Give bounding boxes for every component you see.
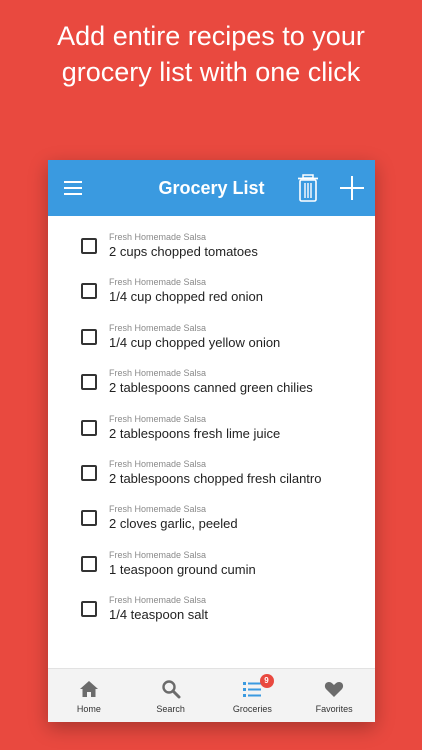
item-checkbox[interactable] bbox=[81, 464, 97, 481]
list-item: Fresh Homemade Salsa 1 teaspoon ground c… bbox=[48, 546, 375, 591]
item-checkbox[interactable] bbox=[81, 555, 97, 572]
app-bar: Grocery List bbox=[48, 160, 375, 216]
add-icon[interactable] bbox=[339, 175, 365, 201]
list-item: Fresh Homemade Salsa 2 tablespoons canne… bbox=[48, 364, 375, 409]
page-title: Grocery List bbox=[158, 178, 265, 198]
item-checkbox[interactable] bbox=[81, 328, 97, 345]
tab-label: Favorites bbox=[315, 704, 353, 714]
list-item: Fresh Homemade Salsa 1/4 cup chopped red… bbox=[48, 273, 375, 318]
tab-groceries[interactable]: 9 Groceries bbox=[212, 669, 294, 722]
item-text: 1 teaspoon ground cumin bbox=[109, 561, 256, 577]
item-text: 2 tablespoons fresh lime juice bbox=[109, 425, 281, 441]
list-item: Fresh Homemade Salsa 1/4 cup chopped yel… bbox=[48, 319, 375, 364]
item-text: 1/4 teaspoon salt bbox=[109, 607, 209, 623]
item-text: 2 cloves garlic, peeled bbox=[109, 516, 238, 532]
item-source: Fresh Homemade Salsa bbox=[109, 232, 207, 242]
item-source: Fresh Homemade Salsa bbox=[109, 504, 207, 515]
tab-search[interactable]: Search bbox=[130, 669, 212, 722]
item-source: Fresh Homemade Salsa bbox=[109, 595, 207, 606]
tab-bar: Home Search 9 Groceries Favorites bbox=[48, 668, 375, 722]
trash-icon[interactable] bbox=[296, 174, 320, 202]
item-text: 2 tablespoons chopped fresh cilantro bbox=[109, 470, 322, 486]
item-source: Fresh Homemade Salsa bbox=[109, 322, 207, 333]
list-item: Fresh Homemade Salsa 2 tablespoons chopp… bbox=[48, 455, 375, 500]
item-text: 1/4 cup chopped yellow onion bbox=[109, 334, 281, 350]
tab-label: Search bbox=[156, 704, 185, 714]
list-item: Fresh Homemade Salsa 2 tablespoons fresh… bbox=[48, 410, 375, 455]
groceries-count-badge: 9 bbox=[259, 674, 274, 688]
item-checkbox[interactable] bbox=[81, 374, 97, 391]
item-source: Fresh Homemade Salsa bbox=[109, 277, 207, 288]
search-icon bbox=[161, 680, 181, 699]
item-text: 1/4 cup chopped red onion bbox=[109, 289, 263, 305]
item-source: Fresh Homemade Salsa bbox=[109, 458, 207, 469]
headline: Add entire recipes to your grocery list … bbox=[57, 21, 365, 87]
item-checkbox[interactable] bbox=[81, 601, 97, 618]
list-item: Fresh Homemade Salsa 1/4 teaspoon salt bbox=[48, 591, 375, 636]
tab-label: Groceries bbox=[232, 704, 272, 714]
item-checkbox[interactable] bbox=[81, 283, 97, 300]
home-icon bbox=[79, 681, 98, 697]
list-item: Fresh Homemade Salsa 2 cups chopped toma… bbox=[48, 228, 375, 273]
item-source: Fresh Homemade Salsa bbox=[109, 368, 207, 379]
tab-label: Home bbox=[76, 704, 101, 714]
item-source: Fresh Homemade Salsa bbox=[109, 413, 207, 424]
item-text: 2 cups chopped tomatoes bbox=[109, 244, 258, 259]
item-text: 2 tablespoons canned green chilies bbox=[109, 380, 313, 396]
item-source: Fresh Homemade Salsa bbox=[109, 549, 207, 560]
item-checkbox[interactable] bbox=[81, 238, 97, 254]
grocery-list: Fresh Homemade Salsa 2 cups chopped toma… bbox=[48, 228, 375, 637]
tab-favorites[interactable]: Favorites bbox=[293, 669, 375, 722]
app-screen: Grocery List Fresh Homemade Salsa 2 cups… bbox=[48, 160, 375, 722]
list-item: Fresh Homemade Salsa 2 cloves garlic, pe… bbox=[48, 500, 375, 545]
tab-home[interactable]: Home bbox=[48, 669, 130, 722]
item-checkbox[interactable] bbox=[81, 419, 97, 436]
item-checkbox[interactable] bbox=[81, 510, 97, 527]
heart-icon bbox=[325, 681, 344, 697]
menu-icon[interactable] bbox=[64, 181, 82, 195]
